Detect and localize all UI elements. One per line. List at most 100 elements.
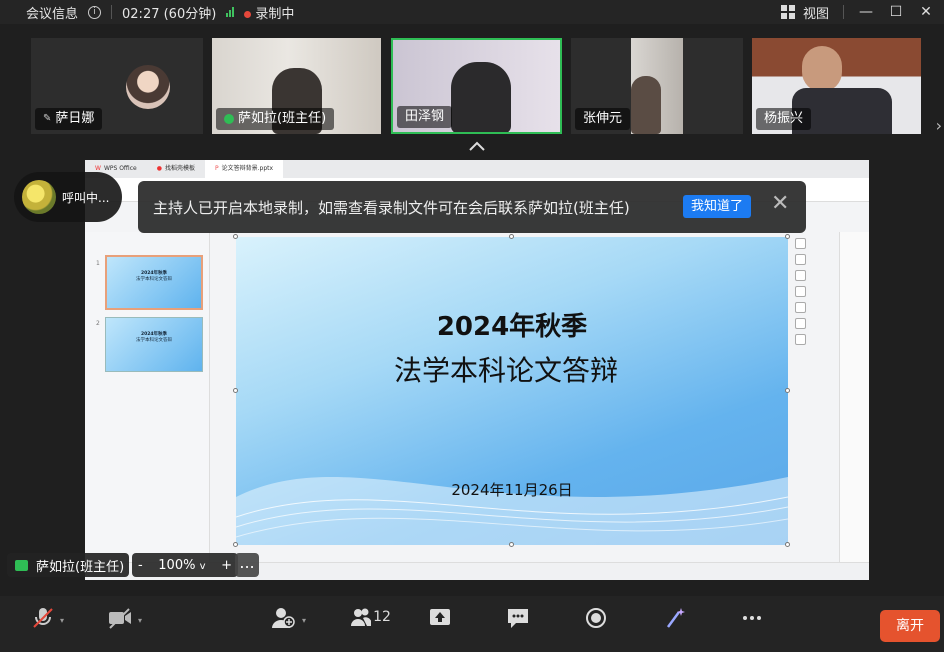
- zoom-out-button[interactable]: -: [138, 558, 143, 573]
- template-icon: ●: [156, 165, 162, 172]
- divider: [843, 5, 844, 19]
- slide-thumbnail[interactable]: 2024年秋季 法学本科论文答辩: [105, 255, 203, 310]
- wps-right-panel: [839, 232, 869, 562]
- close-icon[interactable]: ✕: [918, 4, 934, 20]
- participant-name: 杨振兴: [756, 108, 812, 130]
- participant-name: 田泽钢: [397, 106, 453, 128]
- participant-name-text: 萨如拉(班主任): [238, 111, 327, 126]
- wps-tab-bar: W WPS Office ● 找稻壳模板 P 论文答辩背景.pptx: [85, 160, 869, 178]
- mic-active-icon: [224, 114, 234, 124]
- more-options-button[interactable]: ...: [235, 553, 259, 577]
- tool-icon[interactable]: [795, 334, 806, 345]
- slide-date: 2024年11月26日: [451, 481, 573, 499]
- participant-tile[interactable]: ✎ 萨日娜: [31, 38, 203, 134]
- recording-notice: 主持人已开启本地录制，如需查看录制文件可在会后联系萨如拉(班主任) 我知道了 ✕: [138, 181, 806, 233]
- participant-name: 萨如拉(班主任): [216, 108, 335, 130]
- zoom-control: - 100% v +: [132, 553, 238, 577]
- resize-handle[interactable]: [509, 234, 514, 239]
- participant-count: 12: [373, 609, 391, 625]
- add-user-icon: [272, 608, 295, 628]
- mic-off-icon: [33, 608, 53, 628]
- camera-off-icon: [109, 608, 131, 629]
- slide-subtitle: 法学本科论文答辩: [393, 354, 618, 387]
- chevron-down-icon[interactable]: ▾: [60, 616, 64, 625]
- more-button[interactable]: [739, 606, 765, 638]
- speaker-name: 萨如拉(班主任): [36, 559, 125, 575]
- view-label: 视图: [802, 6, 829, 22]
- chevron-down-icon[interactable]: ▾: [302, 616, 306, 625]
- wps-tab[interactable]: ● 找稻壳模板: [147, 160, 205, 178]
- active-speaker-badge: 萨如拉(班主任): [7, 553, 129, 577]
- leave-button[interactable]: 离开: [880, 610, 940, 642]
- wps-tab-label: 论文答辩背景.pptx: [221, 165, 274, 172]
- participant-name-text: 杨振兴: [764, 111, 804, 126]
- chat-button[interactable]: [505, 606, 531, 638]
- minimize-icon[interactable]: —: [858, 4, 874, 20]
- resize-handle[interactable]: [233, 388, 238, 393]
- chevron-right-icon[interactable]: ›: [936, 116, 942, 135]
- participant-name-text: 田泽钢: [405, 109, 445, 124]
- slide-quick-tools: [795, 238, 809, 350]
- share-screen-button[interactable]: [427, 606, 453, 638]
- calling-label: 呼叫中...: [62, 190, 110, 205]
- recording-status[interactable]: 录制中: [244, 3, 294, 22]
- zoom-value: 100%: [158, 557, 196, 573]
- acknowledge-button[interactable]: 我知道了: [683, 195, 752, 218]
- chevron-up-icon[interactable]: [468, 140, 486, 152]
- participant-tile[interactable]: 杨振兴: [752, 38, 921, 134]
- avatar: [126, 65, 170, 109]
- tool-icon[interactable]: [795, 238, 806, 249]
- maximize-icon[interactable]: ☐: [888, 4, 904, 20]
- tool-icon[interactable]: [795, 302, 806, 313]
- participant-name-text: 张伸元: [583, 111, 623, 126]
- resize-handle[interactable]: [785, 388, 790, 393]
- signal-icon[interactable]: [226, 7, 235, 17]
- slide-canvas[interactable]: 2024年秋季 法学本科论文答辩 2024年11月26日: [236, 237, 788, 545]
- video-button[interactable]: [107, 606, 133, 638]
- more-icon: [743, 616, 761, 620]
- resize-handle[interactable]: [785, 542, 790, 547]
- resize-handle[interactable]: [509, 542, 514, 547]
- zoom-in-button[interactable]: +: [221, 558, 232, 573]
- tool-icon[interactable]: [795, 254, 806, 265]
- ai-assistant-button[interactable]: [662, 606, 688, 638]
- slide-thumbnail[interactable]: 2024年秋季 法学本科论文答辩: [105, 317, 203, 372]
- magic-wand-icon: [666, 608, 685, 628]
- thumb-subtitle: 法学本科论文答辩: [136, 338, 172, 343]
- zoom-level[interactable]: 100% v: [158, 558, 205, 573]
- resize-handle[interactable]: [233, 542, 238, 547]
- participant-tile[interactable]: 张伸元: [571, 38, 743, 134]
- close-icon[interactable]: ✕: [771, 193, 791, 215]
- tool-icon[interactable]: [795, 270, 806, 281]
- notice-text: 主持人已开启本地录制，如需查看录制文件可在会后联系萨如拉(班主任): [153, 198, 630, 217]
- info-icon[interactable]: i: [88, 5, 102, 19]
- participant-name: ✎ 萨日娜: [35, 108, 103, 130]
- calling-indicator[interactable]: 呼叫中...: [14, 172, 122, 222]
- participant-name-text: 萨日娜: [55, 111, 95, 126]
- share-screen-icon: [15, 559, 28, 571]
- participant-name: 张伸元: [575, 108, 631, 130]
- recording-label: 录制中: [255, 6, 295, 22]
- avatar: [22, 180, 56, 214]
- members-icon: [351, 608, 372, 626]
- tool-icon[interactable]: [795, 286, 806, 297]
- top-bar: 会议信息 i 02:27 (60分钟) 录制中 视图 — ☐ ✕: [0, 0, 944, 24]
- thumb-subtitle: 法学本科论文答辩: [136, 277, 172, 282]
- chevron-down-icon[interactable]: ▾: [138, 616, 142, 625]
- wps-tab-active[interactable]: P 论文答辩背景.pptx: [204, 160, 284, 178]
- members-button[interactable]: 12: [350, 606, 392, 628]
- invite-button[interactable]: [270, 606, 296, 638]
- bottom-toolbar: ▾ ▾ ▾ 12 离开: [0, 596, 944, 652]
- record-button[interactable]: [583, 606, 609, 638]
- resize-handle[interactable]: [233, 234, 238, 239]
- participant-tile-active[interactable]: 田泽钢: [391, 38, 562, 134]
- view-button[interactable]: 视图: [780, 3, 829, 22]
- tool-icon[interactable]: [795, 318, 806, 329]
- participant-tile[interactable]: 萨如拉(班主任): [212, 38, 381, 134]
- resize-handle[interactable]: [785, 234, 790, 239]
- chevron-down-icon: v: [199, 560, 206, 572]
- divider: [111, 5, 113, 19]
- meeting-info-label[interactable]: 会议信息: [26, 3, 78, 22]
- mute-button[interactable]: [30, 606, 56, 638]
- thumb-number: 2: [96, 320, 100, 327]
